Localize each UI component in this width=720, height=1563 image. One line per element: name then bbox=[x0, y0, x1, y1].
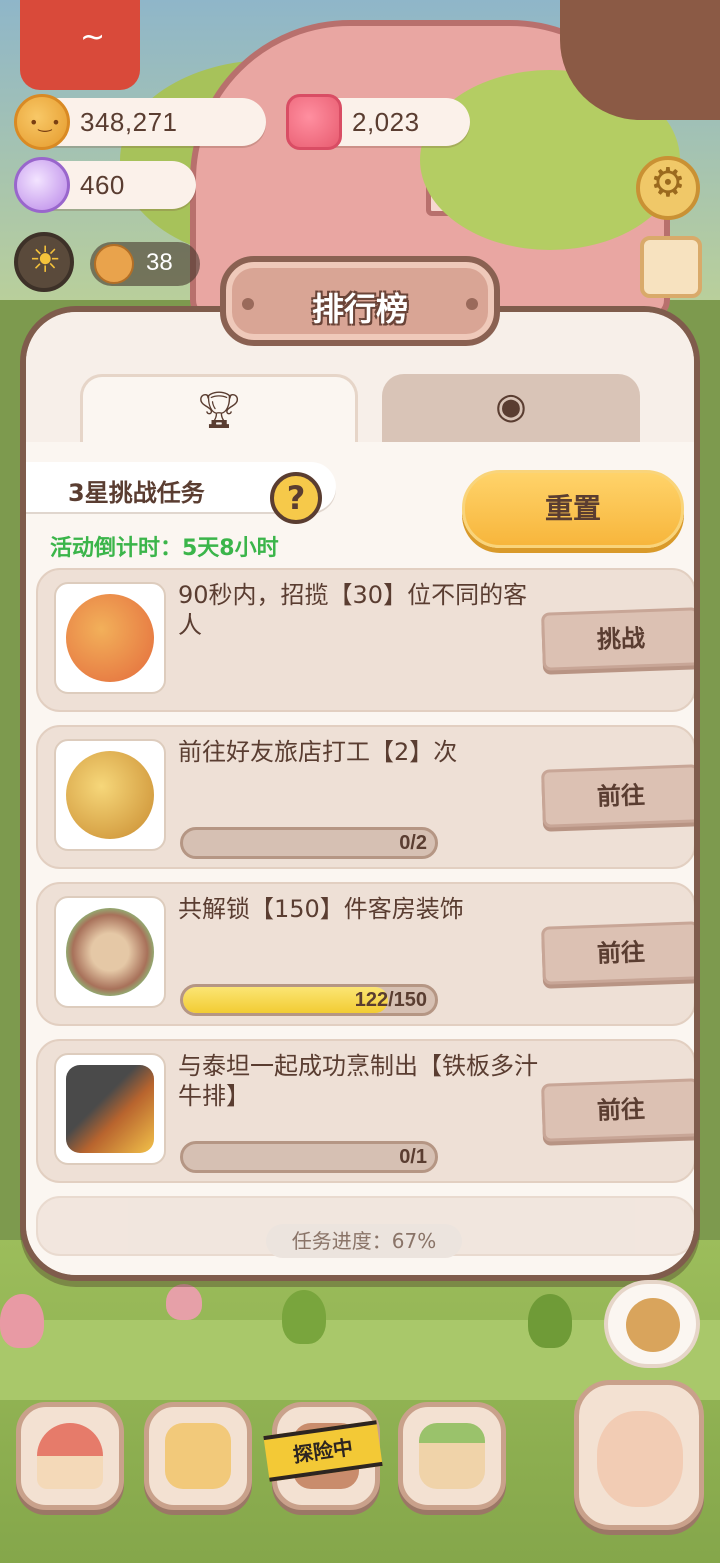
gem-counter[interactable]: 460 bbox=[14, 157, 196, 213]
dock-tasks-button[interactable] bbox=[144, 1402, 252, 1510]
candle-counter[interactable]: 2,023 bbox=[286, 94, 470, 150]
tanuki-avatar-icon bbox=[626, 1298, 680, 1352]
overall-progress: 任务进度：67% bbox=[266, 1224, 462, 1258]
gem-amount: 460 bbox=[80, 170, 125, 200]
weather-sun-button[interactable] bbox=[14, 232, 74, 292]
reset-button[interactable]: 重置 bbox=[462, 470, 684, 548]
task-panel: 3星挑战任务 ? 活动倒计时：5天8小时 重置 90秒内，招揽【30】位不同的客… bbox=[26, 442, 694, 1275]
leaderboard-modal: 🏆︎ ◉ 3星挑战任务 ? 活动倒计时：5天8小时 重置 90秒内，招揽【30】… bbox=[20, 306, 700, 1281]
stamp-card-button[interactable] bbox=[640, 236, 702, 298]
task-description: 前往好友旅店打工【2】次 bbox=[178, 738, 458, 766]
shop-icon bbox=[419, 1423, 485, 1489]
green-critter[interactable] bbox=[528, 1294, 572, 1348]
task-thumbnail bbox=[54, 1053, 166, 1165]
task-header-label: 3星挑战任务 bbox=[68, 479, 205, 507]
dock-shop-button[interactable] bbox=[398, 1402, 506, 1510]
task-progress-bar: 0/1 bbox=[180, 1141, 438, 1173]
dock-mascot-button[interactable] bbox=[574, 1380, 704, 1530]
task-card: 共解锁【150】件客房装饰 前往 122/150 bbox=[36, 882, 694, 1026]
pink-critter[interactable] bbox=[166, 1284, 202, 1320]
go-button[interactable]: 前往 bbox=[541, 1078, 694, 1142]
settings-gear-button[interactable] bbox=[636, 156, 700, 220]
trophy-icon: 🏆︎ bbox=[196, 390, 242, 431]
progress-text: 0/1 bbox=[399, 1146, 427, 1168]
notebook-icon bbox=[165, 1423, 231, 1489]
candle-amount: 2,023 bbox=[352, 107, 420, 137]
pink-critter[interactable] bbox=[0, 1294, 44, 1348]
task-thumbnail bbox=[54, 582, 166, 694]
soda-can-decoration: ~ bbox=[20, 0, 140, 90]
task-progress-bar: 122/150 bbox=[180, 984, 438, 1016]
go-button[interactable]: 前往 bbox=[541, 921, 694, 985]
task-card: 前往好友旅店打工【2】次 前往 0/2 bbox=[36, 725, 694, 869]
task-card: 90秒内，招揽【30】位不同的客人 挑战 bbox=[36, 568, 694, 712]
cookie-counter[interactable]: 348,271 bbox=[14, 94, 266, 150]
chat-bubble-button[interactable] bbox=[604, 1280, 700, 1368]
dock-house-button[interactable] bbox=[16, 1402, 124, 1510]
task-card: 与泰坦一起成功烹制出【铁板多汁牛排】 前往 0/1 bbox=[36, 1039, 694, 1183]
green-critter[interactable] bbox=[282, 1290, 326, 1344]
task-description: 90秒内，招揽【30】位不同的客人 bbox=[178, 581, 528, 639]
cookie-icon bbox=[14, 94, 70, 150]
task-description: 共解锁【150】件客房装饰 bbox=[178, 895, 464, 923]
tab-trophy[interactable]: 🏆︎ bbox=[80, 374, 358, 444]
task-thumbnail bbox=[54, 739, 166, 851]
challenge-button[interactable]: 挑战 bbox=[541, 607, 694, 671]
task-description: 与泰坦一起成功烹制出【铁板多汁牛排】 bbox=[178, 1052, 538, 1110]
steak-plate-icon bbox=[66, 1065, 154, 1153]
tab-cookie[interactable]: ◉ bbox=[382, 374, 640, 444]
worker-hardhat-icon bbox=[66, 751, 154, 839]
gem-icon bbox=[14, 157, 70, 213]
guest-counter[interactable]: 38 bbox=[90, 242, 200, 286]
page-title: 排行榜 bbox=[311, 290, 408, 328]
event-countdown: 活动倒计时：5天8小时 bbox=[50, 536, 279, 561]
task-header: 3星挑战任务 ? bbox=[26, 462, 336, 524]
guest-count: 38 bbox=[146, 249, 173, 276]
candle-icon bbox=[286, 94, 342, 150]
room-decoration-icon bbox=[66, 908, 154, 996]
mascot-with-fish-icon bbox=[597, 1411, 683, 1507]
guests-stopwatch-icon bbox=[66, 594, 154, 682]
help-button[interactable]: ? bbox=[270, 472, 322, 524]
go-button[interactable]: 前往 bbox=[541, 764, 694, 828]
cookie-amount: 348,271 bbox=[80, 107, 178, 137]
progress-text: 0/2 bbox=[399, 832, 427, 854]
cookie-icon: ◉ bbox=[495, 386, 527, 427]
task-progress-bar: 0/2 bbox=[180, 827, 438, 859]
mushroom-house-icon bbox=[37, 1423, 103, 1489]
modal-title-plaque: 排行榜 bbox=[220, 256, 500, 346]
task-thumbnail bbox=[54, 896, 166, 1008]
guest-icon bbox=[94, 244, 134, 284]
progress-text: 122/150 bbox=[354, 989, 427, 1011]
